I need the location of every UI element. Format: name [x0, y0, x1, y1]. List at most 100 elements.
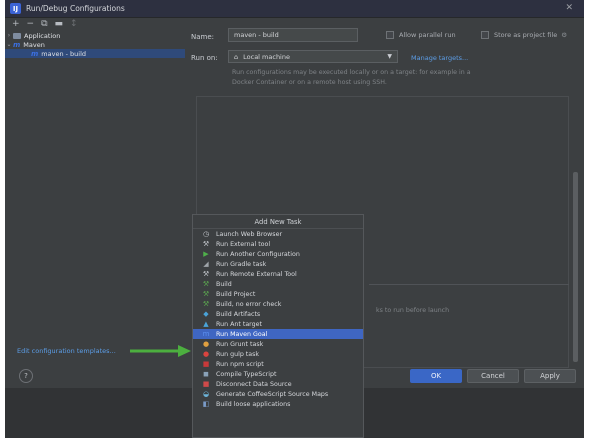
task-item[interactable]: ▶ Run Another Configuration [193, 249, 363, 259]
intellij-logo-icon: IJ [10, 3, 21, 14]
task-item[interactable]: ◼ Compile TypeScript [193, 369, 363, 379]
config-toolbar: + − ⧉ ▬ ↕ [5, 18, 185, 30]
checkbox-box[interactable] [481, 31, 489, 39]
task-label: Run Maven Goal [216, 330, 268, 338]
hammer-icon: ⚒ [202, 300, 210, 308]
task-label: Run Remote External Tool [216, 270, 297, 278]
task-item[interactable]: ▲ Run Ant target [193, 319, 363, 329]
task-label: Generate CoffeeScript Source Maps [216, 390, 329, 398]
task-label: Run Ant target [216, 320, 262, 328]
task-list: ◷ Launch Web Browser ⚒ Run External tool ▶ Ru… [193, 229, 363, 409]
store-as-project-checkbox[interactable]: Store as project file ⚙ [481, 31, 567, 39]
name-label: Name: [191, 33, 215, 41]
task-label: Disconnect Data Source [216, 380, 292, 388]
home-icon: ⌂ [234, 52, 239, 61]
allow-parallel-checkbox[interactable]: Allow parallel run [386, 31, 456, 39]
folder-icon[interactable]: ▬ [55, 19, 64, 29]
add-configuration-icon[interactable]: + [12, 19, 20, 29]
npm-icon: ■ [202, 360, 210, 368]
application-icon [13, 32, 21, 39]
hammer-icon: ⚒ [202, 290, 210, 298]
manage-targets-link[interactable]: Manage targets... [411, 54, 468, 62]
edit-configuration-templates-link[interactable]: Edit configuration templates... [17, 347, 116, 355]
divider [369, 284, 569, 285]
task-item[interactable]: ⚒ Build, no error check [193, 299, 363, 309]
checkbox-label: Store as project file [494, 31, 558, 39]
typescript-icon: ◼ [203, 370, 209, 378]
sort-icon[interactable]: ↕ [70, 19, 78, 29]
chevron-down-icon: ▼ [387, 53, 392, 60]
checkbox-box[interactable] [386, 31, 394, 39]
apply-button[interactable]: Apply [524, 369, 576, 383]
task-item[interactable]: ◧ Build loose applications [193, 399, 363, 409]
ok-button[interactable]: OK [410, 369, 462, 383]
task-label: Run npm script [216, 360, 264, 368]
task-item[interactable]: ◆ Build Artifacts [193, 309, 363, 319]
task-label: Build loose applications [216, 400, 291, 408]
tree-item-application[interactable]: › Application [5, 31, 185, 40]
hammer-icon: ⚒ [202, 280, 210, 288]
task-label: Launch Web Browser [216, 230, 283, 238]
task-label: Build, no error check [216, 300, 282, 308]
artifact-icon: ◆ [203, 310, 209, 318]
task-item[interactable]: ■ Disconnect Data Source [193, 379, 363, 389]
checkbox-label: Allow parallel run [399, 31, 456, 39]
configuration-tree: › Application ⌄ m Maven m maven - build [5, 31, 185, 58]
wrench-icon: ⚒ [202, 240, 210, 248]
task-label: Run Another Configuration [216, 250, 300, 258]
chevron-down-icon[interactable]: ⌄ [5, 41, 13, 48]
gradle-icon: ◢ [203, 260, 209, 268]
run-on-label: Run on: [191, 54, 218, 62]
task-item[interactable]: ● Run gulp task [193, 349, 363, 359]
tree-item-label: Application [24, 31, 61, 40]
task-label: Compile TypeScript [216, 370, 277, 378]
gulp-icon: ● [202, 350, 210, 358]
run-on-dropdown[interactable]: ⌂ Local machine ▼ [228, 50, 398, 63]
task-item[interactable]: ⚒ Run External tool [193, 239, 363, 249]
tree-item-label: maven - build [41, 49, 87, 58]
popup-header: Add New Task [193, 215, 363, 229]
before-launch-hint: ks to run before launch [376, 307, 450, 314]
task-item[interactable]: ■ Run npm script [193, 359, 363, 369]
gear-icon[interactable]: ⚙ [561, 31, 567, 39]
run-on-value: Local machine [243, 52, 290, 61]
task-label: Build [216, 280, 232, 288]
task-label: Run External tool [216, 240, 271, 248]
task-item[interactable]: ⚒ Build Project [193, 289, 363, 299]
task-label: Run Gradle task [216, 260, 267, 268]
run-on-description: Run configurations may be executed local… [232, 69, 471, 86]
name-field[interactable]: maven - build [228, 28, 358, 42]
globe-icon: ◷ [202, 230, 210, 238]
task-item[interactable]: ⚒ Build [193, 279, 363, 289]
pointer-arrow-icon [130, 345, 191, 357]
task-label: Run Grunt task [216, 340, 264, 348]
remove-configuration-icon[interactable]: − [27, 19, 35, 29]
task-item[interactable]: ● Run Grunt task [193, 339, 363, 349]
tree-item-maven-build[interactable]: m maven - build [5, 49, 185, 58]
task-item[interactable]: ⚒ Run Remote External Tool [193, 269, 363, 279]
copy-configuration-icon[interactable]: ⧉ [41, 19, 47, 29]
task-label: Build Artifacts [216, 310, 261, 318]
task-item[interactable]: ◷ Launch Web Browser [193, 229, 363, 239]
tree-item-label: Maven [23, 40, 45, 49]
wrench-icon: ⚒ [202, 270, 210, 278]
tree-item-maven[interactable]: ⌄ m Maven [5, 40, 185, 49]
task-item[interactable]: m Run Maven Goal [193, 329, 363, 339]
maven-icon: m [13, 40, 21, 49]
task-item[interactable]: ◢ Run Gradle task [193, 259, 363, 269]
grunt-icon: ● [202, 340, 210, 348]
help-button[interactable]: ? [19, 369, 33, 383]
task-item[interactable]: ◒ Generate CoffeeScript Source Maps [193, 389, 363, 399]
coffeescript-icon: ◒ [202, 390, 210, 398]
ant-icon: ▲ [203, 320, 209, 328]
cancel-button[interactable]: Cancel [467, 369, 519, 383]
title-bar: IJ Run/Debug Configurations ✕ [5, 0, 584, 18]
chevron-right-icon[interactable]: › [5, 32, 13, 39]
maven-icon: m [31, 49, 39, 58]
task-label: Build Project [216, 290, 256, 298]
disconnect-icon: ■ [202, 380, 210, 388]
close-icon[interactable]: ✕ [565, 3, 573, 13]
scrollbar[interactable] [573, 172, 578, 362]
dialog-title: Run/Debug Configurations [26, 4, 125, 13]
build-loose-icon: ◧ [202, 400, 210, 408]
